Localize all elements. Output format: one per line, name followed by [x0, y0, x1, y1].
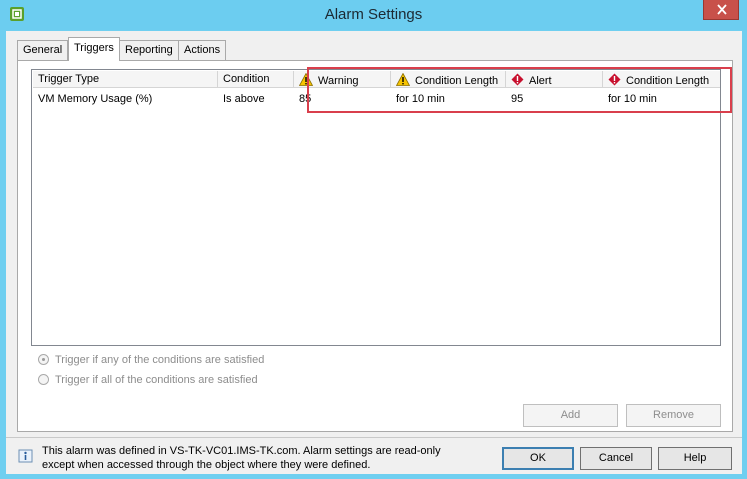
cell-warning[interactable]: 85 [294, 93, 311, 105]
column-header-warning[interactable]: Warning [294, 71, 391, 88]
window-title: Alarm Settings [324, 6, 423, 23]
column-header-condition[interactable]: Condition [218, 71, 294, 88]
cell-trigger-type[interactable]: VM Memory Usage (%) [33, 93, 152, 105]
triggers-panel: Trigger Type Condition Warning Condition… [17, 60, 733, 432]
radio-button[interactable] [38, 374, 49, 385]
tab-actions[interactable]: Actions [178, 40, 227, 60]
ok-button[interactable]: OK [502, 447, 574, 470]
dialog-body: General Triggers Reporting Actions Trigg… [6, 31, 742, 474]
cell-condition[interactable]: Is above [218, 93, 265, 105]
close-button[interactable] [703, 0, 739, 20]
info-icon [18, 449, 33, 463]
radio-all-conditions[interactable]: Trigger if all of the conditions are sat… [38, 374, 258, 386]
add-button[interactable]: Add [523, 404, 618, 427]
info-line-2: except when accessed through the object … [42, 459, 371, 471]
column-header-warning-condition-length[interactable]: Condition Length [391, 71, 506, 88]
remove-button[interactable]: Remove [626, 404, 721, 427]
read-only-info-message: This alarm was defined in VS-TK-VC01.IMS… [42, 444, 462, 472]
title-bar[interactable]: Alarm Settings [0, 0, 747, 30]
footer-divider [6, 437, 742, 438]
column-header-alert[interactable]: Alert [506, 71, 603, 88]
column-header-alert-condition-length[interactable]: Condition Length [603, 71, 720, 88]
cell-warning-condition-length[interactable]: for 10 min [391, 93, 445, 105]
close-icon [717, 4, 727, 15]
warning-icon [396, 73, 410, 86]
column-header-trigger-type[interactable]: Trigger Type [33, 71, 218, 88]
info-line-1: This alarm was defined in VS-TK-VC01.IMS… [42, 445, 441, 457]
tab-triggers[interactable]: Triggers [68, 37, 120, 61]
cancel-button[interactable]: Cancel [580, 447, 652, 470]
help-button[interactable]: Help [658, 447, 732, 470]
tab-general[interactable]: General [17, 40, 69, 60]
triggers-table[interactable]: Trigger Type Condition Warning Condition… [31, 67, 732, 346]
tab-reporting[interactable]: Reporting [119, 40, 179, 60]
radio-any-conditions[interactable]: Trigger if any of the conditions are sat… [38, 354, 264, 366]
warning-icon [299, 73, 313, 86]
alert-icon [608, 73, 621, 86]
cell-alert-condition-length[interactable]: for 10 min [603, 93, 657, 105]
radio-button-selected[interactable] [38, 354, 49, 365]
alarm-settings-window: Alarm Settings General Triggers Reportin… [0, 0, 747, 479]
cell-alert[interactable]: 95 [506, 93, 523, 105]
alert-icon [511, 73, 524, 86]
